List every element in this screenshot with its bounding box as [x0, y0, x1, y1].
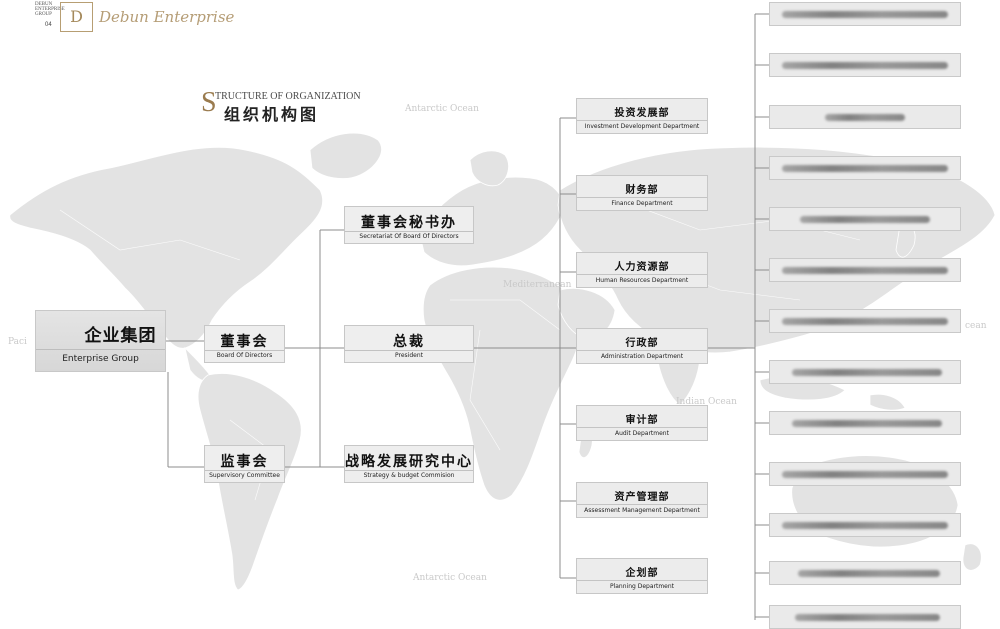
node-divider: [577, 197, 707, 198]
org-node-dept-planning: 企划部 Planning Department: [576, 558, 708, 594]
redacted-text: [782, 318, 948, 325]
org-node-dept-assets: 资产管理部 Assessment Management Department: [576, 482, 708, 518]
node-divider: [345, 350, 473, 351]
node-label-en: Strategy & budget Commision: [363, 472, 455, 479]
node-label-cn: 监事会: [220, 454, 269, 470]
subsidiary-box-blurred: [769, 309, 961, 333]
node-label-en: Administration Department: [600, 353, 684, 360]
subsidiary-box-blurred: [769, 561, 961, 585]
redacted-text: [782, 522, 948, 529]
redacted-text: [782, 471, 948, 478]
node-label-cn: 行政部: [625, 338, 659, 349]
subsidiary-box-blurred: [769, 105, 961, 129]
node-divider: [205, 350, 284, 351]
node-label-cn: 资产管理部: [614, 492, 670, 503]
page-number: 04: [45, 22, 52, 28]
brand-small-line-3: GROUP: [35, 12, 52, 17]
org-node-board: 董事会 Board Of Directors: [204, 325, 285, 363]
redacted-text: [782, 165, 948, 172]
brand-logo-icon: D: [60, 2, 93, 32]
subsidiary-box-blurred: [769, 360, 961, 384]
org-node-dept-finance: 财务部 Finance Department: [576, 175, 708, 211]
subsidiary-box-blurred: [769, 258, 961, 282]
subsidiary-box-blurred: [769, 156, 961, 180]
redacted-text: [795, 614, 940, 621]
org-node-dept-hr: 人力资源部 Human Resources Department: [576, 252, 708, 288]
node-label-cn: 董事会: [220, 334, 269, 350]
org-node-dept-admin: 行政部 Administration Department: [576, 328, 708, 364]
redacted-text: [782, 62, 948, 69]
org-node-dept-audit: 审计部 Audit Department: [576, 405, 708, 441]
org-node-secretariat: 董事会秘书办 Secretariat Of Board Of Directors: [344, 206, 474, 244]
redacted-text: [792, 420, 942, 427]
redacted-text: [800, 216, 930, 223]
node-label-en: Supervisory Committee: [209, 472, 280, 479]
node-divider: [345, 470, 473, 471]
node-label-en: President: [395, 352, 423, 359]
node-label-en: Board Of Directors: [216, 352, 273, 359]
subsidiary-box-blurred: [769, 53, 961, 77]
brand-script-name: Debun Enterprise: [99, 8, 235, 26]
node-label-cn: 企业集团: [84, 326, 157, 346]
org-node-supervisory: 监事会 Supervisory Committee: [204, 445, 285, 483]
brand-logo-letter: D: [70, 7, 83, 26]
node-label-cn: 审计部: [625, 415, 659, 426]
org-node-enterprise-group: 企业集团 Enterprise Group: [35, 310, 166, 372]
node-label-en: Secretariat Of Board Of Directors: [359, 233, 459, 240]
node-divider: [577, 350, 707, 351]
node-divider: [345, 231, 473, 232]
org-node-strategy: 战略发展研究中心 Strategy & budget Commision: [344, 445, 474, 483]
node-divider: [577, 274, 707, 275]
page-title-chinese: 组织机构图: [224, 105, 320, 124]
subsidiary-box-blurred: [769, 2, 961, 26]
node-divider: [205, 470, 284, 471]
node-label-cn: 总裁: [393, 334, 425, 350]
redacted-text: [798, 570, 940, 577]
org-node-dept-investment: 投资发展部 Investment Development Department: [576, 98, 708, 134]
node-label-cn: 财务部: [625, 185, 659, 196]
node-divider: [577, 427, 707, 428]
org-node-president: 总裁 President: [344, 325, 474, 363]
node-label-cn: 投资发展部: [614, 108, 670, 119]
node-label-en: Audit Department: [615, 430, 669, 437]
node-label-cn: 企划部: [625, 568, 659, 579]
redacted-text: [825, 114, 905, 121]
node-label-cn: 董事会秘书办: [361, 215, 457, 231]
subsidiary-box-blurred: [769, 207, 961, 231]
node-label-cn: 战略发展研究中心: [345, 454, 473, 470]
node-divider: [577, 504, 707, 505]
subsidiary-box-blurred: [769, 513, 961, 537]
node-label-en: Human Resources Department: [595, 277, 689, 284]
node-label-en: Assessment Management Department: [584, 507, 700, 514]
node-label-en: Investment Development Department: [584, 123, 700, 130]
node-divider: [577, 120, 707, 121]
node-label-cn: 人力资源部: [614, 262, 670, 273]
subsidiary-box-blurred: [769, 411, 961, 435]
subsidiary-box-blurred: [769, 462, 961, 486]
redacted-text: [782, 11, 948, 18]
redacted-text: [792, 369, 942, 376]
redacted-text: [782, 267, 948, 274]
node-divider: [36, 349, 165, 350]
node-divider: [577, 580, 707, 581]
node-label-en: Finance Department: [611, 200, 673, 207]
node-label-en: Planning Department: [609, 583, 675, 590]
subsidiary-box-blurred: [769, 605, 961, 629]
node-label-en: Enterprise Group: [62, 354, 139, 364]
brand-header: DEBUN ENTERPRISE GROUP 04 D Debun Enterp…: [35, 2, 234, 34]
